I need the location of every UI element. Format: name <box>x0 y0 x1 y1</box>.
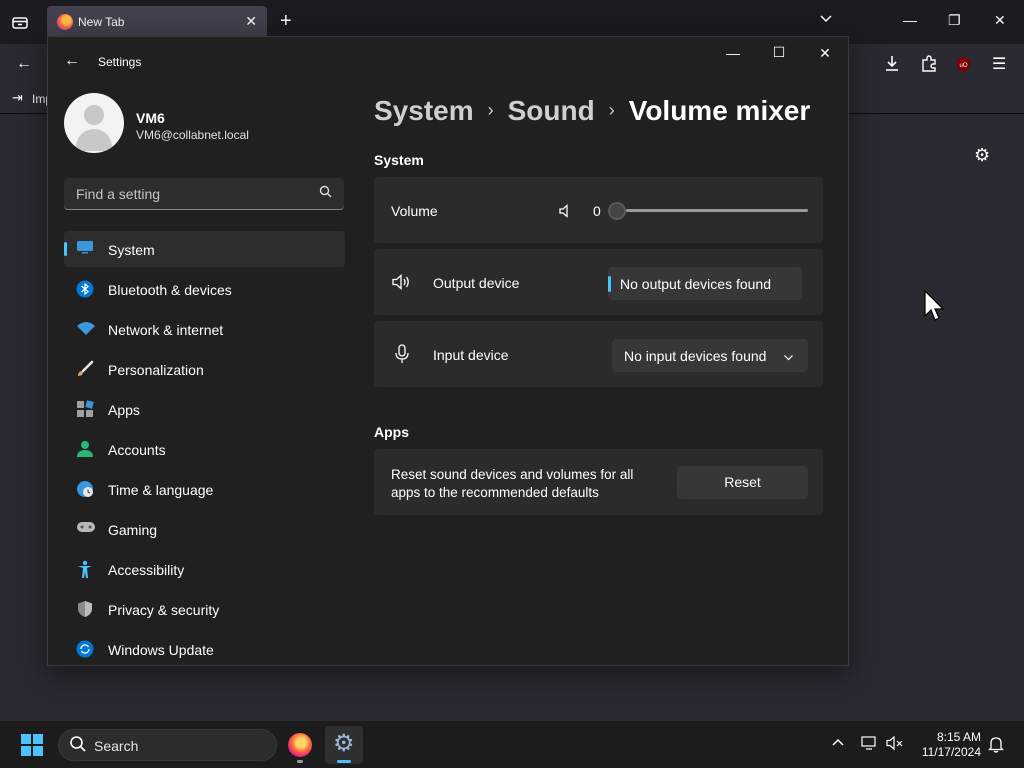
sidebar-item-gaming[interactable]: Gaming <box>64 511 345 547</box>
settings-maximize-icon[interactable]: ☐ <box>764 44 794 61</box>
sidebar-item-time-language[interactable]: Time & language <box>64 471 345 507</box>
tab-close-icon[interactable]: ✕ <box>245 13 257 30</box>
tab-title: New Tab <box>78 15 125 29</box>
firefox-icon <box>288 733 312 757</box>
taskbar: Search ⚙ 8:15 AM 11/17/2024 <box>0 720 1024 768</box>
ublock-icon[interactable]: uO <box>955 56 972 78</box>
breadcrumb-chevron-icon: › <box>608 100 615 120</box>
browser-tab[interactable]: New Tab ✕ <box>47 6 267 38</box>
settings-window: ← Settings — ☐ ✕ VM6 VM6@collabnet.local… <box>47 36 849 666</box>
input-device-value: No input devices found <box>624 348 767 364</box>
settings-close-icon[interactable]: ✕ <box>810 45 840 62</box>
taskbar-firefox[interactable] <box>281 726 319 764</box>
active-indicator <box>337 760 351 763</box>
volume-label: Volume <box>391 203 438 219</box>
settings-nav: System Bluetooth & devices Network & int… <box>64 231 345 665</box>
settings-titlebar: ← Settings — ☐ ✕ <box>48 37 848 85</box>
settings-app-title: Settings <box>98 55 142 69</box>
apps-section-title: Apps <box>374 424 409 440</box>
accounts-icon <box>76 440 94 458</box>
settings-minimize-icon[interactable]: — <box>718 45 748 61</box>
reset-description-line1: Reset sound devices and volumes for all <box>391 467 634 482</box>
sidebar-item-privacy[interactable]: Privacy & security <box>64 591 345 627</box>
avatar <box>64 93 124 153</box>
download-icon[interactable] <box>883 54 901 77</box>
update-icon <box>76 640 94 658</box>
system-section-title: System <box>374 152 424 168</box>
focus-indicator <box>608 276 611 292</box>
input-device-label: Input device <box>433 347 509 363</box>
start-button[interactable] <box>21 734 43 756</box>
output-device-dropdown[interactable]: No output devices found <box>608 267 802 300</box>
volume-slider-thumb[interactable] <box>608 202 626 220</box>
reset-description-line2: apps to the recommended defaults <box>391 485 599 500</box>
taskbar-search-label: Search <box>94 738 139 754</box>
breadcrumb: System › Sound › Volume mixer <box>374 95 810 127</box>
search-icon <box>69 735 87 758</box>
sidebar-item-personalization[interactable]: Personalization <box>64 351 345 387</box>
system-clock[interactable]: 8:15 AM 11/17/2024 <box>917 730 981 760</box>
extensions-icon[interactable] <box>920 54 938 77</box>
user-email: VM6@collabnet.local <box>136 128 249 142</box>
close-icon[interactable]: ✕ <box>994 12 1006 29</box>
import-bookmarks-icon[interactable]: ⇥ <box>12 90 23 106</box>
page-settings-gear-icon[interactable]: ⚙ <box>974 145 990 166</box>
output-device-label: Output device <box>433 275 520 291</box>
breadcrumb-system[interactable]: System <box>374 95 474 126</box>
volume-slider-track[interactable] <box>626 209 808 212</box>
network-icon[interactable] <box>861 735 879 755</box>
running-indicator <box>297 760 303 763</box>
new-tab-button[interactable]: + <box>280 10 292 32</box>
bluetooth-icon <box>76 280 94 298</box>
shield-icon <box>76 600 94 618</box>
volume-muted-icon[interactable] <box>886 735 904 755</box>
sidebar-item-system[interactable]: System <box>64 231 345 267</box>
svg-text:uO: uO <box>959 63 967 69</box>
reset-button[interactable]: Reset <box>677 466 808 499</box>
search-icon <box>319 185 332 201</box>
sidebar-item-accounts[interactable]: Accounts <box>64 431 345 467</box>
minimize-icon[interactable]: — <box>903 12 917 28</box>
breadcrumb-chevron-icon: › <box>487 100 494 120</box>
tab-list-icon[interactable] <box>10 12 30 32</box>
sidebar-item-network[interactable]: Network & internet <box>64 311 345 347</box>
restore-icon[interactable]: ❐ <box>948 12 961 29</box>
find-setting-input[interactable]: Find a setting <box>64 178 344 210</box>
mouse-cursor-icon <box>924 289 945 327</box>
gamepad-icon <box>76 520 95 538</box>
list-all-tabs-icon[interactable] <box>819 12 833 29</box>
search-placeholder: Find a setting <box>76 186 161 202</box>
sidebar-item-bluetooth[interactable]: Bluetooth & devices <box>64 271 345 307</box>
clock-date: 11/17/2024 <box>921 745 981 759</box>
show-hidden-icons-chevron-icon[interactable] <box>831 735 845 753</box>
sidebar-item-accessibility[interactable]: Accessibility <box>64 551 345 587</box>
accessibility-icon <box>76 560 94 578</box>
system-icon <box>76 240 94 258</box>
wifi-icon <box>76 320 95 338</box>
taskbar-search[interactable]: Search <box>58 729 277 761</box>
speaker-muted-icon[interactable] <box>558 203 574 224</box>
sidebar-item-windows-update[interactable]: Windows Update <box>64 631 345 665</box>
time-language-icon <box>76 480 94 498</box>
input-device-dropdown[interactable]: No input devices found <box>612 339 808 372</box>
firefox-favicon-icon <box>57 14 73 30</box>
clock-time: 8:15 AM <box>936 730 981 744</box>
back-arrow-icon[interactable]: ← <box>16 55 32 73</box>
settings-back-arrow-icon[interactable]: ← <box>64 52 80 70</box>
chevron-down-icon <box>783 350 794 368</box>
taskbar-settings[interactable]: ⚙ <box>325 726 363 764</box>
settings-gear-icon: ⚙ <box>333 730 355 757</box>
page-title: Volume mixer <box>628 95 811 126</box>
breadcrumb-sound[interactable]: Sound <box>508 95 595 126</box>
output-device-value: No output devices found <box>620 276 771 292</box>
volume-value: 0 <box>593 203 601 219</box>
brush-icon <box>76 360 94 378</box>
notification-bell-icon[interactable] <box>987 735 1005 757</box>
menu-icon[interactable]: ☰ <box>992 54 1006 74</box>
sidebar-item-apps[interactable]: Apps <box>64 391 345 427</box>
user-name: VM6 <box>136 110 165 126</box>
apps-icon <box>76 400 94 418</box>
speaker-icon <box>391 273 413 296</box>
microphone-icon <box>394 344 410 369</box>
